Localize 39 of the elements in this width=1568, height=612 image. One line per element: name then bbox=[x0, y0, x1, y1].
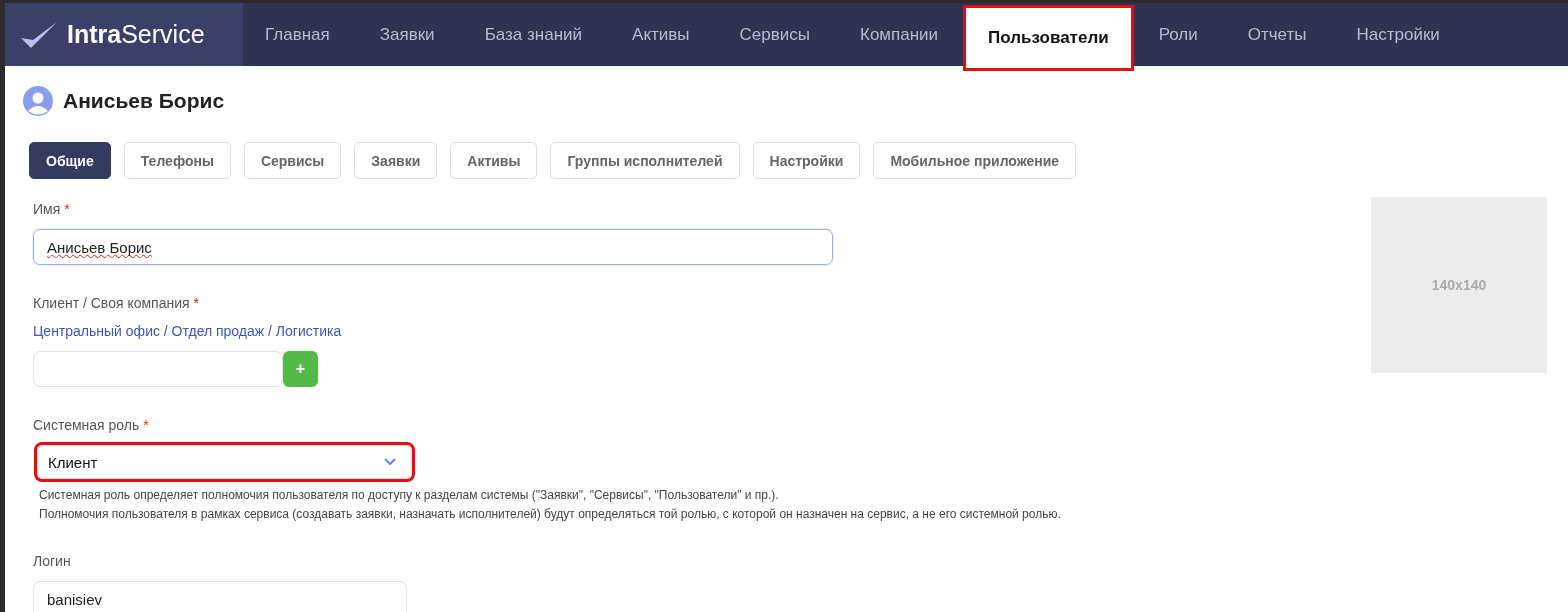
required-mark: * bbox=[64, 201, 70, 217]
tab[interactable]: Группы исполнителей bbox=[550, 142, 740, 179]
role-select[interactable]: Клиент bbox=[37, 445, 412, 479]
tab[interactable]: Телефоны bbox=[123, 142, 231, 179]
company-link[interactable]: Центральный офис / Отдел продаж / Логистика bbox=[33, 323, 1061, 339]
help-text: Системная роль определяет полномочия пользователя по доступу к разделам системы ("Заявки", "Сервисы", "Пользователи" и пр.). bbox=[39, 488, 780, 502]
tab[interactable]: Сервисы bbox=[243, 142, 342, 179]
nav-item[interactable]: Настройки bbox=[1331, 3, 1465, 66]
nav-item[interactable]: Пользователи bbox=[963, 5, 1134, 71]
logo-text: IntraService bbox=[67, 20, 205, 49]
tab[interactable]: Настройки bbox=[752, 142, 861, 179]
field-label: Системная роль bbox=[33, 417, 140, 433]
checkmark-icon bbox=[19, 19, 59, 50]
tab[interactable]: Заявки bbox=[354, 142, 438, 179]
nav-item[interactable]: База знаний bbox=[459, 3, 608, 66]
field-label: Логин bbox=[33, 553, 71, 569]
nav-item[interactable]: Главная bbox=[243, 3, 355, 66]
nav-item[interactable]: Сервисы bbox=[714, 3, 835, 66]
user-avatar-icon bbox=[23, 86, 53, 116]
nav-item[interactable]: Роли bbox=[1133, 3, 1223, 66]
field-label: Имя bbox=[33, 201, 61, 217]
help-text: Полномочия пользователя в рамках сервиса (создавать заявки, назначать исполнителей) будут определяться той ролью, с которой он назначен на сервис, а не его системной ролью. bbox=[39, 507, 1061, 521]
nav-item[interactable]: Отчеты bbox=[1222, 3, 1332, 66]
tab[interactable]: Активы bbox=[450, 142, 538, 179]
tab[interactable]: Мобильное приложение bbox=[873, 142, 1077, 179]
nav-item[interactable]: Компании bbox=[835, 3, 964, 66]
page-title: Анисьев Борис bbox=[63, 89, 225, 113]
field-label: Клиент / Своя компания bbox=[33, 295, 190, 311]
nav-item[interactable]: Заявки bbox=[354, 3, 460, 66]
placeholder-size-text: 140x140 bbox=[1431, 277, 1487, 293]
logo[interactable]: IntraService bbox=[5, 3, 243, 66]
input-field[interactable]: banisiev bbox=[33, 581, 407, 612]
chevron-down-icon bbox=[384, 458, 396, 466]
input-field[interactable]: Анисьев Борис bbox=[33, 229, 833, 265]
required-mark: * bbox=[193, 295, 200, 311]
required-mark: * bbox=[143, 417, 149, 433]
tab[interactable]: Общие bbox=[29, 142, 111, 179]
company-input-field[interactable] bbox=[33, 351, 283, 387]
nav-item[interactable]: Активы bbox=[607, 3, 715, 66]
